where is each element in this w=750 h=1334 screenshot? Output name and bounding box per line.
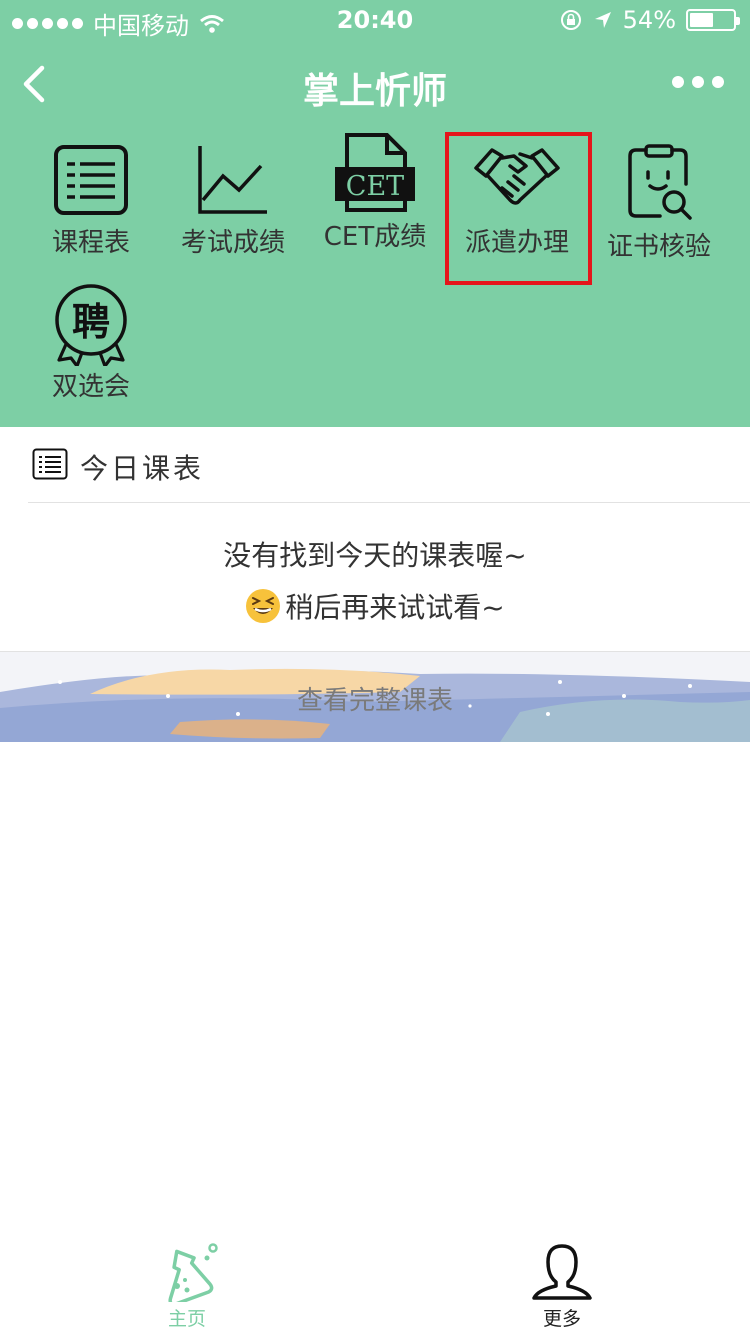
grinning-squint-emoji — [246, 589, 281, 623]
grid-item-job-fair[interactable]: 聘 双选会 — [20, 270, 162, 412]
location-arrow-icon — [594, 12, 611, 28]
battery-percent: 54% — [622, 6, 676, 34]
status-bar: 中国移动 20:40 54% — [0, 0, 750, 40]
divider — [28, 502, 750, 503]
line-chart-icon — [198, 146, 267, 214]
more-dots-icon[interactable] — [672, 76, 724, 88]
view-full-schedule-label: 查看完整课表 — [296, 686, 453, 716]
today-schedule-header: 今日课表 — [0, 427, 750, 503]
grid-label-job-fair: 双选会 — [51, 372, 130, 402]
timetable-icon — [32, 448, 68, 480]
grid-item-timetable[interactable]: 课程表 — [20, 130, 162, 272]
empty-message-line2: 稍后再来试试看~ — [285, 591, 505, 624]
certificate-search-icon — [628, 144, 692, 220]
grid-item-cet-scores[interactable]: CET CET成绩 — [304, 130, 446, 272]
tab-home[interactable]: 主页 — [127, 1242, 247, 1331]
battery-icon — [686, 9, 740, 31]
tab-more-label: 更多 — [542, 1308, 581, 1330]
feature-grid: 课程表 考试成绩 CET CET成绩 派遣办理 证书核验 聘 双选会 — [0, 130, 750, 427]
today-schedule-title: 今日课表 — [80, 452, 205, 485]
grid-label-cert-verify: 证书核验 — [606, 232, 711, 262]
cet-document-icon: CET — [335, 133, 415, 212]
flask-icon — [168, 1243, 218, 1302]
grid-item-cert-verify[interactable]: 证书核验 — [588, 130, 730, 272]
user-icon — [532, 1244, 592, 1300]
grid-label-timetable: 课程表 — [51, 228, 130, 258]
timetable-icon — [54, 145, 128, 215]
grid-label-exam-scores: 考试成绩 — [180, 228, 285, 258]
grid-item-exam-scores[interactable]: 考试成绩 — [162, 130, 304, 272]
empty-message-line1: 没有找到今天的课表喔~ — [223, 539, 527, 572]
cet-icon-text: CET — [346, 171, 404, 202]
recruit-icon-text: 聘 — [72, 300, 110, 344]
grid-label-cet-scores: CET成绩 — [323, 222, 427, 252]
tab-more[interactable]: 更多 — [502, 1242, 622, 1331]
page-title: 掌上忻师 — [302, 71, 447, 112]
tab-bar: 主页 更多 — [0, 1234, 750, 1334]
recruit-badge-icon: 聘 — [55, 284, 127, 366]
dispatch-highlight-box — [445, 132, 592, 285]
view-full-schedule-button[interactable]: 查看完整课表 — [0, 652, 750, 742]
tab-home-label: 主页 — [167, 1308, 206, 1330]
empty-message-line2-row: 稍后再来试试看~ — [0, 586, 750, 626]
rotation-lock-icon — [560, 10, 581, 30]
nav-bar: 掌上忻师 — [0, 40, 750, 130]
